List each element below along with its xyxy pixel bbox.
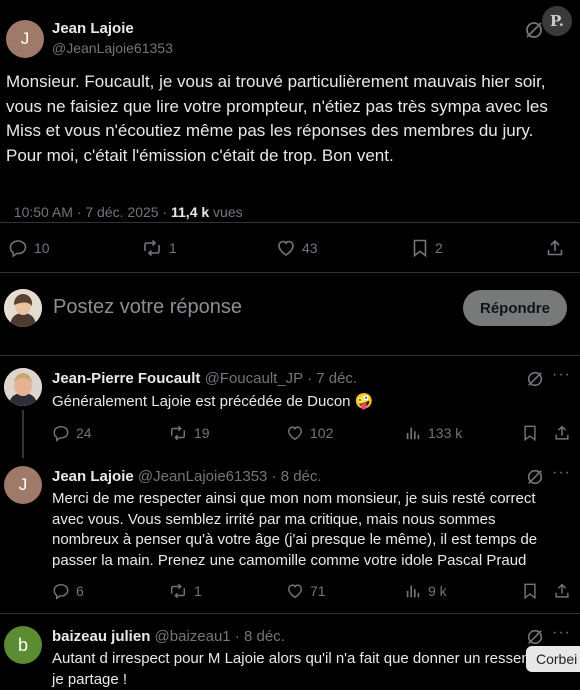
repost-button[interactable]: 1: [141, 238, 177, 258]
reply-author-name[interactable]: Jean-Pierre Foucault: [52, 370, 200, 387]
watermark: Corbei: [526, 646, 580, 672]
reply-count: 10: [34, 240, 50, 256]
reply-input[interactable]: Postez votre réponse: [53, 296, 443, 319]
reply-avatar[interactable]: b: [4, 626, 42, 664]
like-button[interactable]: 43: [276, 238, 318, 258]
author-avatar[interactable]: J: [6, 20, 44, 58]
author-name[interactable]: Jean Lajoie: [52, 20, 134, 37]
reply-count: 6: [76, 583, 84, 599]
reply-text: Généralement Lajoie est précédée de Duco…: [52, 393, 374, 410]
reply-icon: [53, 425, 69, 442]
repost-button[interactable]: 19: [168, 424, 210, 442]
repost-count: 1: [169, 240, 177, 256]
reply-button[interactable]: 6: [52, 582, 84, 600]
my-avatar: [4, 289, 42, 327]
share-icon[interactable]: [544, 238, 566, 258]
avatar-initial: b: [17, 634, 28, 655]
views-count: 133 k: [428, 425, 463, 441]
reply-count: 24: [76, 425, 92, 441]
like-count: 71: [310, 583, 326, 599]
more-icon[interactable]: ···: [552, 464, 571, 482]
views-button[interactable]: 133 k: [404, 424, 462, 442]
reply-text: Merci de me respecter ainsi que mon nom …: [52, 490, 538, 569]
views-count: 9 k: [428, 583, 447, 599]
views-button[interactable]: 9 k: [404, 582, 447, 600]
corner-badge-text: P.: [549, 12, 565, 30]
views-count: 11,4 k: [171, 204, 210, 220]
like-button[interactable]: 71: [286, 582, 326, 600]
corner-badge: P.: [542, 6, 572, 36]
reply-button[interactable]: 24: [52, 424, 92, 442]
reply-author-name[interactable]: Jean Lajoie: [52, 468, 134, 485]
avatar-initial: J: [20, 29, 30, 48]
reply-text: Autant d irrespect pour M Lajoie alors q…: [52, 650, 567, 688]
reply-icon: [53, 583, 69, 600]
repost-icon: [144, 239, 160, 257]
grok-icon[interactable]: [525, 627, 545, 647]
reply-avatar[interactable]: [4, 368, 42, 406]
reply-header: baizeau julien @baizeau1 · 8 déc.: [52, 628, 285, 645]
bookmark-icon[interactable]: [521, 582, 539, 600]
views-label: vues: [209, 204, 243, 220]
bookmark-button[interactable]: 2: [411, 238, 443, 258]
reply-handle-date[interactable]: @JeanLajoie61353 · 8 déc.: [138, 468, 322, 485]
heart-icon: [278, 240, 294, 256]
bookmark-icon: [413, 239, 427, 258]
views-icon: [406, 585, 420, 598]
bookmark-icon[interactable]: [521, 424, 539, 442]
heart-icon: [287, 584, 303, 599]
reply-button[interactable]: 10: [8, 238, 50, 258]
like-button[interactable]: 102: [286, 424, 333, 442]
like-count: 102: [310, 425, 334, 441]
reply-avatar[interactable]: J: [4, 466, 42, 504]
tweet-text: Monsieur. Foucault, je vous ai trouvé pa…: [6, 72, 548, 165]
repost-icon: [170, 425, 186, 441]
share-icon[interactable]: [553, 582, 571, 600]
author-handle[interactable]: @JeanLajoie61353: [52, 40, 173, 56]
grok-icon[interactable]: [525, 467, 545, 487]
divider: [0, 613, 580, 614]
share-icon[interactable]: [553, 424, 571, 442]
divider: [0, 222, 580, 223]
views-icon: [406, 427, 420, 440]
avatar-initial: J: [18, 475, 28, 494]
tweet-time[interactable]: 10:50 AM · 7 déc. 2025 ·: [14, 204, 171, 220]
like-count: 43: [302, 240, 318, 256]
thread-line: [22, 410, 24, 458]
grok-icon[interactable]: [525, 369, 545, 389]
post-reply-button[interactable]: Répondre: [463, 290, 567, 326]
heart-icon: [287, 426, 303, 441]
watermark-text: Corbei: [536, 651, 578, 667]
repost-button[interactable]: 1: [168, 582, 202, 600]
tweet-meta: 10:50 AM · 7 déc. 2025 · 11,4 k vues: [6, 188, 243, 220]
repost-count: 1: [194, 583, 202, 599]
reply-handle-date[interactable]: @baizeau1 · 8 déc.: [155, 628, 285, 645]
reply-author-name[interactable]: baizeau julien: [52, 628, 150, 645]
more-icon[interactable]: ···: [552, 624, 571, 642]
reply-handle-date[interactable]: @Foucault_JP · 7 déc.: [205, 370, 358, 387]
divider: [0, 355, 580, 356]
reply-header: Jean Lajoie @JeanLajoie61353 · 8 déc.: [52, 468, 322, 485]
reply-icon: [9, 240, 27, 258]
reply-header: Jean-Pierre Foucault @Foucault_JP · 7 dé…: [52, 370, 357, 387]
post-reply-label: Répondre: [479, 299, 550, 317]
more-icon[interactable]: ···: [552, 366, 571, 384]
divider: [0, 272, 580, 273]
repost-icon: [170, 583, 186, 599]
repost-count: 19: [194, 425, 210, 441]
bookmark-count: 2: [435, 240, 443, 256]
